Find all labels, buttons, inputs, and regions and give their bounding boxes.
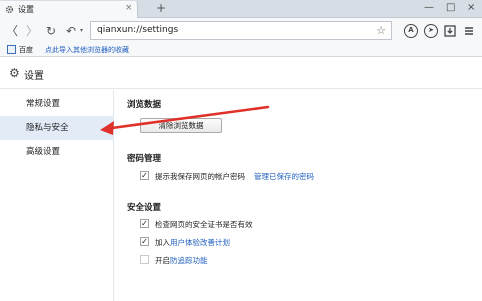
tab-title: 设置 [18,5,34,14]
toolbar: 〈 〉 ↻ ↶ ▾ qianxun://settings ☆ A ➤ [0,18,482,44]
adblock-icon[interactable]: A [404,24,418,38]
tab-settings[interactable]: 设置 × [0,1,138,18]
ux-program-link[interactable]: 用户体验改善计划 [170,238,230,247]
chevron-down-icon[interactable]: ▾ [80,27,83,34]
download-icon[interactable] [443,24,457,38]
tab-bar: 设置 × + — □ × [0,0,482,18]
save-password-label: 提示我保存网页的帐户密码 [155,172,245,181]
password-management-title: 密码管理 [127,154,162,164]
back-button[interactable]: 〈 [6,23,18,39]
certificate-check-checkbox[interactable]: ✓ [140,219,149,228]
settings-gear-icon: ⚙ [9,66,20,80]
address-bar[interactable]: qianxun://settings ☆ [90,21,392,40]
anti-tracking-link[interactable]: 防追踪功能 [170,256,208,265]
gear-icon [5,5,14,14]
ux-program-checkbox[interactable]: ✓ [140,237,149,246]
anti-tracking-label: 开启防追踪功能 [155,256,208,265]
bookmarks-bar: 百度 点此导入其他浏览器的收藏 [0,44,482,57]
browsing-data-title: 浏览数据 [127,100,162,110]
reload-button[interactable]: ↻ [46,23,56,39]
sidebar-item-general[interactable]: 常规设置 [0,92,114,116]
window-close-button[interactable]: × [467,1,475,15]
clear-browsing-data-button[interactable]: 清除浏览数据 [140,118,222,133]
ux-program-label: 加入用户体验改善计划 [155,238,230,247]
anti-tracking-checkbox[interactable] [140,255,149,264]
import-bookmarks-link[interactable]: 点此导入其他浏览器的收藏 [45,45,129,55]
sidebar-item-advanced[interactable]: 高级设置 [0,140,114,164]
page-header: ⚙ 设置 [0,58,482,89]
sidebar-item-privacy-security[interactable]: 隐私与安全 [0,116,114,140]
tab-close-icon[interactable]: × [125,3,133,13]
compass-icon[interactable]: ➤ [424,24,438,38]
new-tab-button[interactable]: + [156,1,166,15]
bookmark-favicon-icon [7,45,16,54]
manage-passwords-link[interactable]: 管理已保存的密码 [254,171,314,182]
settings-sidebar: 常规设置 隐私与安全 高级设置 [0,90,114,301]
address-input[interactable]: qianxun://settings [97,25,178,35]
minimize-button[interactable]: — [424,1,434,15]
forward-button[interactable]: 〉 [26,23,38,39]
menu-icon[interactable] [462,24,476,38]
settings-content: 浏览数据 清除浏览数据 密码管理 ✓ 提示我保存网页的帐户密码 管理已保存的密码… [115,90,482,301]
maximize-button[interactable]: □ [446,1,455,15]
undo-close-tab-button[interactable]: ↶ [66,23,76,39]
star-icon[interactable]: ☆ [376,24,386,37]
certificate-check-label: 检查网页的安全证书是否有效 [155,220,253,229]
save-password-checkbox[interactable]: ✓ [140,171,149,180]
bookmark-baidu[interactable]: 百度 [19,45,33,55]
page-title: 设置 [24,71,44,82]
security-settings-title: 安全设置 [127,203,162,213]
